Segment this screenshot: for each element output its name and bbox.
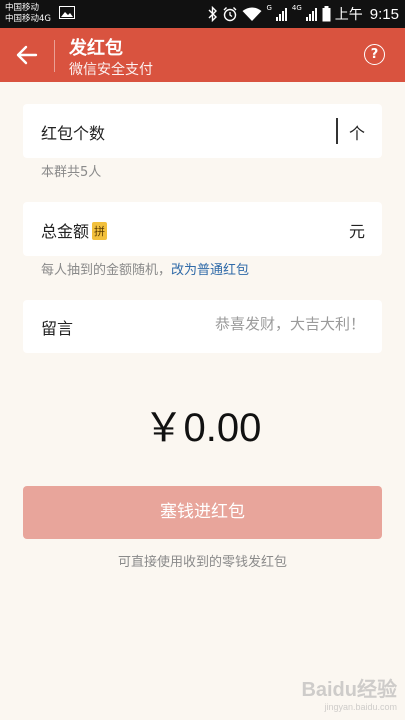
network-type-1: G bbox=[266, 4, 272, 12]
wifi-icon bbox=[242, 7, 262, 21]
random-badge: 拼 bbox=[92, 222, 108, 240]
title-bar: 发红包 微信安全支付 ? bbox=[0, 28, 405, 82]
message-input[interactable] bbox=[145, 315, 365, 333]
carrier-info: 中国移动 中国移动4G bbox=[5, 3, 51, 25]
balance-hint: 可直接使用收到的零钱发红包 bbox=[117, 555, 287, 570]
total-amount-display: ￥0.00 bbox=[143, 406, 262, 450]
status-bar: 中国移动 中国移动4G G 4G 上午 9:15 bbox=[0, 0, 405, 28]
red-packet-count-field[interactable]: 红包个数 个 bbox=[23, 104, 382, 158]
amount-unit: 元 bbox=[348, 222, 365, 241]
help-icon[interactable]: ? bbox=[364, 44, 385, 65]
signal-icon-1 bbox=[275, 8, 287, 21]
watermark: Baidu经验 jingyan.baidu.com bbox=[301, 673, 397, 712]
page-title: 发红包 bbox=[69, 38, 123, 59]
network-type-2: 4G bbox=[291, 4, 302, 12]
message-field[interactable]: 留言 bbox=[23, 300, 382, 353]
amount-hint: 每人抽到的金额随机，改为普通红包 bbox=[41, 259, 249, 278]
count-label: 红包个数 bbox=[41, 124, 106, 143]
image-notification-icon bbox=[59, 6, 75, 19]
amount-label: 总金额拼 bbox=[41, 218, 108, 242]
watermark-text: Baidu经验 bbox=[301, 679, 397, 701]
amount-hint-text: 每人抽到的金额随机， bbox=[41, 263, 172, 278]
watermark-url: jingyan.baidu.com bbox=[324, 702, 397, 712]
carrier-2: 中国移动4G bbox=[5, 14, 51, 24]
switch-normal-packet-link[interactable]: 改为普通红包 bbox=[171, 263, 249, 278]
bluetooth-icon bbox=[208, 6, 218, 22]
carrier-1: 中国移动 bbox=[5, 3, 40, 13]
total-amount-field[interactable]: 总金额拼 元 bbox=[23, 202, 382, 256]
title-divider bbox=[54, 40, 55, 72]
battery-icon bbox=[322, 6, 331, 22]
input-cursor bbox=[336, 118, 338, 144]
message-label: 留言 bbox=[41, 319, 74, 338]
status-icons: G 4G 上午 9:15 bbox=[208, 2, 399, 26]
time-prefix: 上午 bbox=[334, 7, 363, 23]
group-size-hint: 本群共5人 bbox=[41, 165, 102, 180]
alarm-icon bbox=[223, 7, 237, 22]
signal-icon-2 bbox=[305, 8, 317, 21]
back-arrow-icon[interactable] bbox=[14, 43, 40, 67]
page-subtitle: 微信安全支付 bbox=[69, 62, 153, 78]
count-unit: 个 bbox=[348, 124, 365, 143]
amount-label-text: 总金额 bbox=[41, 222, 90, 241]
submit-red-packet-button[interactable]: 塞钱进红包 bbox=[23, 486, 382, 539]
clock: 9:15 bbox=[369, 5, 399, 23]
